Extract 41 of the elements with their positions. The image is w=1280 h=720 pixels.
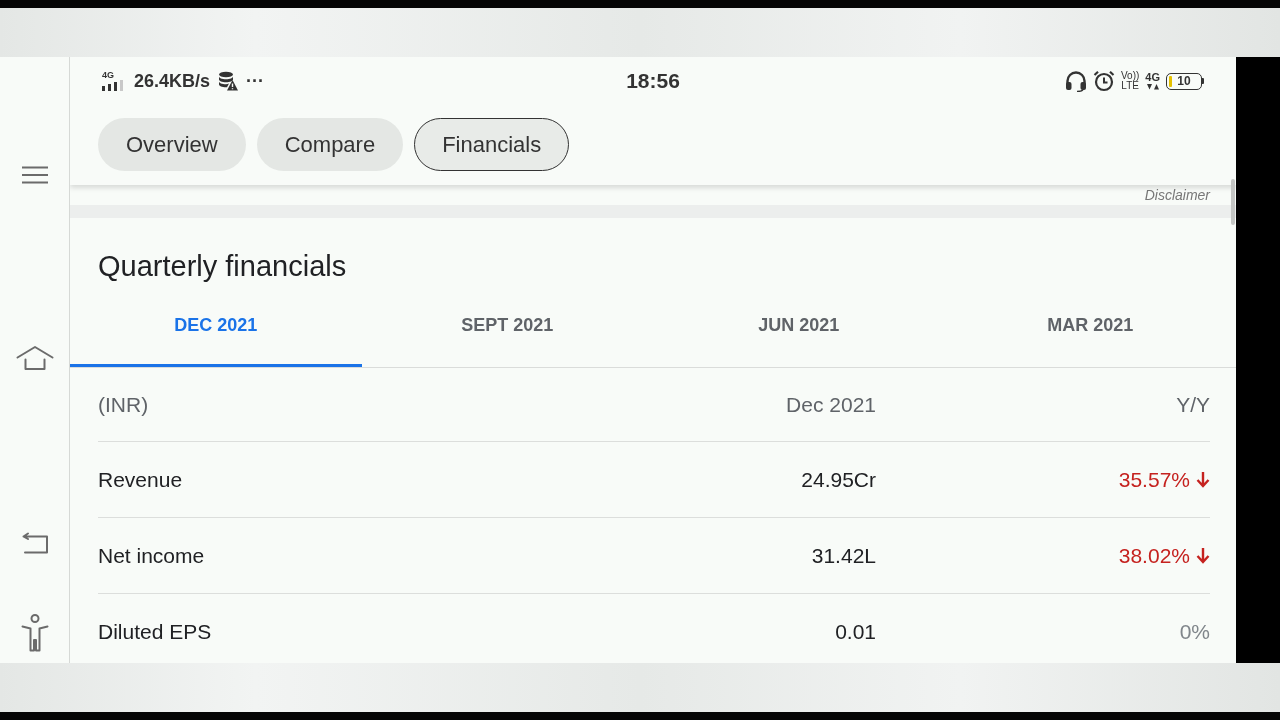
alarm-clock-icon [1092, 70, 1115, 92]
tab-chip[interactable]: Overview [98, 118, 246, 171]
tab-chip[interactable]: Compare [256, 118, 404, 171]
change-value: 38.02% [1118, 543, 1190, 568]
period-tab[interactable]: SEPT 2021 [361, 284, 653, 367]
home-icon[interactable] [15, 345, 54, 371]
down-arrow-icon [1196, 547, 1210, 564]
period-tab[interactable]: JUN 2021 [653, 284, 945, 367]
table-cell: 24.95Cr [801, 467, 876, 492]
column-header: Y/Y [1176, 392, 1210, 417]
change-value: 35.57% [1118, 467, 1190, 492]
network-speed: 26.4KB/s [134, 70, 211, 92]
disclaimer-link[interactable]: Disclaimer [1144, 187, 1210, 203]
tab-chip[interactable]: Financials [414, 118, 570, 171]
scrollbar-thumb[interactable] [1231, 179, 1235, 225]
data-type-label: 4G [1145, 72, 1160, 83]
headphones-icon [1064, 70, 1087, 92]
lte-label: LTE [1121, 81, 1139, 91]
table-cell: 31.42L [811, 543, 876, 568]
change-value: 0% [1179, 619, 1210, 644]
column-header: Dec 2021 [786, 392, 876, 417]
battery-percentage: 10 [1177, 75, 1191, 87]
period-tab[interactable]: DEC 2021 [70, 284, 362, 367]
row-label: Revenue [98, 467, 183, 492]
period-tab[interactable]: MAR 2021 [944, 284, 1236, 367]
table-cell: 0.01 [835, 619, 876, 644]
row-label: Diluted EPS [98, 619, 212, 644]
back-icon[interactable] [20, 532, 49, 554]
database-warning-icon [218, 71, 239, 91]
column-header: (INR) [98, 392, 149, 417]
signal-icon [102, 80, 124, 91]
data-arrows-icon [1146, 84, 1159, 90]
more-indicator: ··· [246, 70, 265, 92]
section-title: Quarterly financials [97, 249, 348, 284]
row-label: Net income [98, 543, 205, 568]
menu-icon[interactable] [20, 166, 49, 184]
down-arrow-icon [1196, 471, 1210, 488]
network-type-label: 4G [102, 71, 114, 80]
volte-label: Vo)) [1120, 71, 1140, 81]
clock-time: 18:56 [626, 69, 680, 93]
accessibility-icon[interactable] [20, 614, 49, 652]
